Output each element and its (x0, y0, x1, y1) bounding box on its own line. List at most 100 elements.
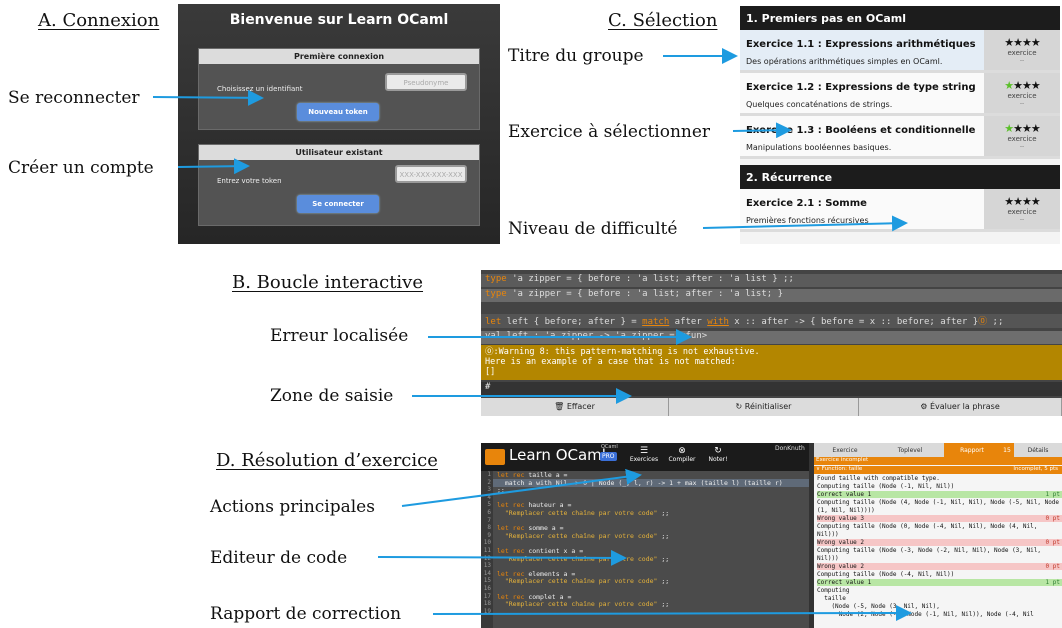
exercise-extra: -- (1019, 143, 1025, 150)
eval-button[interactable]: ⚙ Évaluer la phrase (859, 398, 1062, 416)
editor-toolbar: Learn OCaml OCaml PRO ☰ Exercices ⊗ Compil… (481, 443, 809, 471)
exercise-item[interactable]: Exercice 1.2 : Expressions de type strin… (740, 73, 1060, 116)
label-report: Rapport de correction (210, 604, 402, 624)
toplevel-error-input: let left { before; after } = match after… (481, 314, 1062, 328)
label-difficulty: Niveau de difficulté (508, 219, 678, 239)
label-group-title: Titre du groupe (508, 46, 644, 66)
code-line: "Remplacer cette chaîne par votre code" … (497, 508, 670, 517)
report-line: Computing taille (Node (-1, Nil, Nil)) (817, 483, 1062, 490)
difficulty-stars: ★★★★ (1004, 36, 1040, 49)
login-title: Bienvenue sur Learn OCaml (229, 12, 449, 28)
code-line: "Remplacer cette chaîne par votre code" … (497, 554, 670, 563)
label-exercise-select: Exercice à sélectionner (508, 122, 711, 142)
tab-exercise[interactable]: Exercice (814, 443, 876, 457)
report-line: Computing taille (Node (-4, Nil, Nil)) (817, 571, 1062, 578)
connect-button[interactable]: Se connecter (297, 195, 379, 213)
exercises-action[interactable]: ☰ Exercices (627, 446, 661, 463)
badge-pro: PRO (600, 452, 617, 461)
report-line: Correct value 11 pt (817, 491, 1062, 498)
report-line: Wrong value 30 pt (817, 515, 1062, 522)
toplevel-input-line: type 'a zipper = { before : 'a list; aft… (481, 274, 1062, 287)
line-numbers: 1 2 3 4 5 6 7 8 9 10 11 12 13 14 15 16 17 18 19 (481, 471, 493, 628)
exercise-title: Exercice 1.2 : Expressions de type strin… (746, 82, 976, 93)
code-line: match a with Nil -> 0 | Node (_, l, r) -… (497, 478, 783, 487)
camel-logo-icon (485, 449, 505, 465)
report-line: Nil))) (817, 531, 1062, 538)
toplevel-val-line: val left : 'a zipper -> 'a zipper = <fun… (481, 331, 1062, 344)
toplevel-panel: type 'a zipper = { before : 'a list; aft… (481, 270, 1062, 416)
new-token-button[interactable]: Nouveau token (297, 103, 379, 121)
label-create: Créer un compte (8, 158, 154, 178)
badge-ocaml: OCaml (601, 444, 618, 450)
label-error: Erreur localisée (270, 326, 409, 346)
report-line: Computing (817, 587, 1062, 594)
difficulty-box: ★★★★★★★★ exercice -- (984, 73, 1060, 113)
toplevel-prompt[interactable]: # (481, 382, 1062, 396)
exercise-desc: Premières fonctions récursives (746, 216, 869, 225)
tab-report[interactable]: Rapport (944, 443, 1000, 457)
exercise-panel: Learn OCaml OCaml PRO ☰ Exercices ⊗ Compil… (481, 443, 1062, 628)
first-login-box: Première connexion Choisissez un identif… (198, 48, 480, 130)
caption-d: D. Résolution d’exercice (216, 450, 438, 471)
compile-icon: ⊗ (678, 446, 686, 456)
grade-action[interactable]: ↻ Noter! (701, 446, 735, 463)
difficulty-stars: ★★★★ (1004, 195, 1040, 208)
exercise-extra: -- (1019, 216, 1025, 223)
report-line: Wrong value 20 pt (817, 563, 1062, 570)
code-line: ;; (497, 486, 505, 495)
code-line: "Remplacer cette chaîne par votre code" … (497, 577, 670, 586)
code-line: "Remplacer cette chaîne par votre code" … (497, 531, 670, 540)
code-content[interactable]: let rec taille a = match a with Nil -> 0… (497, 471, 783, 616)
existing-user-box: Utilisateur existant Entrez votre token … (198, 144, 480, 226)
label-code-editor: Editeur de code (210, 548, 348, 568)
report-tabs: Exercice Toplevel Rapport 15 Détails (814, 443, 1062, 457)
exercise-title: Exercice 2.1 : Somme (746, 198, 867, 209)
first-login-header: Première connexion (199, 49, 479, 64)
app-name: Learn OCaml (509, 446, 606, 464)
login-panel: Bienvenue sur Learn OCaml Première conne… (178, 4, 500, 244)
exercise-kind: exercice (1007, 208, 1037, 216)
label-input-zone: Zone de saisie (270, 386, 394, 406)
difficulty-box: ★★★★ exercice -- (984, 30, 1060, 70)
report-line: Nil))) (817, 555, 1062, 562)
report-line: Computing taille (Node (0, Node (-4, Nil… (817, 523, 1062, 530)
difficulty-box: ★★★★★★★★ exercice -- (984, 116, 1060, 156)
report-status: Exercice incomplet (814, 457, 1062, 465)
report-line: (Node (-5, Node (3, Nil, Nil), (817, 603, 1062, 610)
exercise-item[interactable]: Exercice 2.1 : Somme Premières fonctions… (740, 189, 1060, 232)
caption-a: A. Connexion (38, 10, 160, 31)
exercise-title: Exercice 1.1 : Expressions arithmétiques (746, 39, 976, 50)
clear-button[interactable]: 🗑 Effacer (481, 398, 669, 416)
exercise-desc: Des opérations arithmétiques simples en … (746, 57, 943, 66)
difficulty-stars: ★★★★★★★★ (1004, 122, 1040, 135)
list-icon: ☰ (639, 446, 649, 456)
report-line: Correct value 11 pt (817, 579, 1062, 586)
label-reconnect: Se reconnecter (8, 88, 140, 108)
tab-toplevel[interactable]: Toplevel (876, 443, 944, 457)
reload-icon: ↻ (735, 402, 745, 411)
exercise-desc: Manipulations booléennes basiques. (746, 143, 892, 152)
report-line: Wrong value 20 pt (817, 539, 1062, 546)
code-line: "Remplacer cette chaîne par votre code" … (497, 600, 670, 609)
nickname-input[interactable]: Pseudonyme (385, 73, 467, 91)
warning-box: ⓪:Warning 8: this pattern-matching is no… (481, 345, 1062, 380)
tab-details[interactable]: Détails (1014, 443, 1062, 457)
report-line: Found taille with compatible type. (817, 475, 1062, 482)
existing-user-header: Utilisateur existant (199, 145, 479, 160)
code-editor[interactable]: 1 2 3 4 5 6 7 8 9 10 11 12 13 14 15 16 17 18 19 let rec ta… (481, 471, 809, 628)
trash-icon: 🗑 (554, 402, 567, 411)
reset-button[interactable]: ↻ Réinitialiser (669, 398, 859, 416)
report-function-row[interactable]: ∨ Function: taille Incomplet, 5 pts (814, 466, 1062, 474)
compile-action[interactable]: ⊗ Compiler (665, 446, 699, 463)
grade-icon: ↻ (714, 446, 722, 456)
difficulty-box: ★★★★ exercice -- (984, 189, 1060, 229)
caption-c: C. Sélection (608, 10, 718, 31)
selection-panel: 1. Premiers pas en OCaml Exercice 1.1 : … (740, 6, 1060, 244)
exercise-item[interactable]: Exercice 1.3 : Booléens et conditionnell… (740, 116, 1060, 159)
report-line: Node (2, Node (-2, Node (-1, Nil, Nil)),… (817, 611, 1062, 618)
exercise-item[interactable]: Exercice 1.1 : Expressions arithmétiques… (740, 30, 1060, 73)
existing-user-text: Entrez votre token (217, 177, 282, 185)
exercise-kind: exercice (1007, 49, 1037, 57)
toplevel-output-line: type 'a zipper = { before : 'a list; aft… (481, 289, 1062, 302)
token-input[interactable]: XXX-XXX-XXX-XXX (395, 165, 467, 183)
